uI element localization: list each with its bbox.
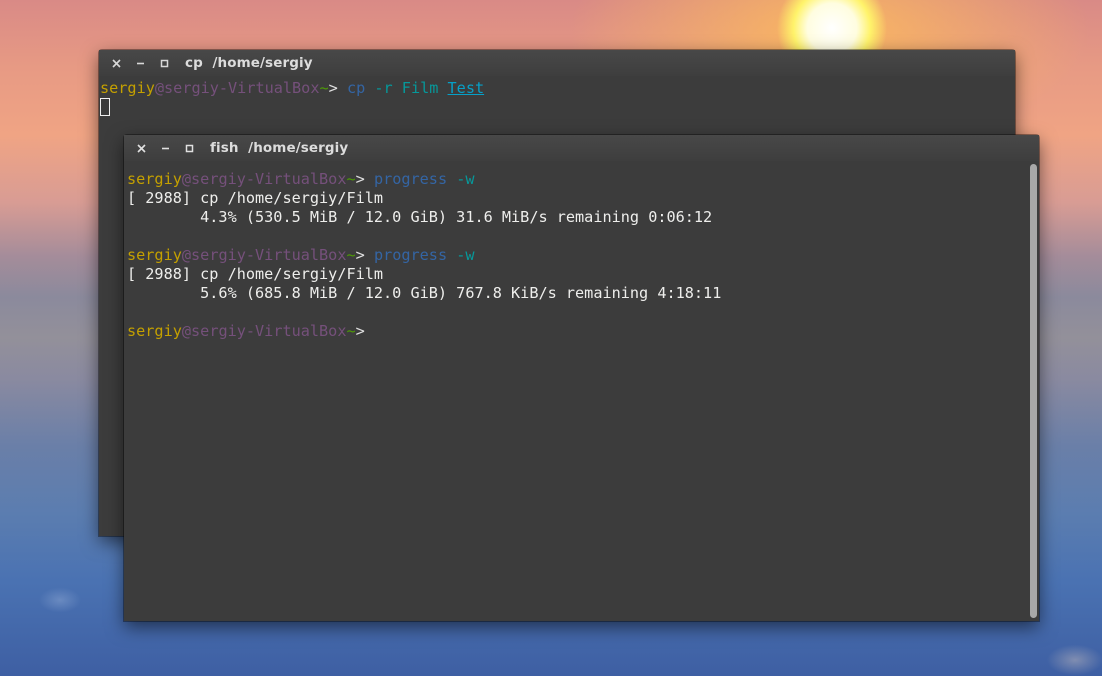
close-icon[interactable] — [109, 56, 123, 70]
window-title: fish /home/sergiy — [210, 140, 348, 156]
titlebar[interactable]: fish /home/sergiy — [124, 135, 1039, 161]
terminal-body[interactable]: sergiy@sergiy-VirtualBox~> cp -r Film Te… — [99, 76, 1015, 117]
progress-status-line: 5.6% (685.8 MiB / 12.0 GiB) 767.8 KiB/s … — [127, 284, 722, 302]
prompt-gt: > — [355, 322, 374, 340]
scrollbar[interactable] — [1030, 164, 1037, 618]
prompt-at: @ — [181, 170, 192, 188]
minimize-icon[interactable] — [133, 56, 147, 70]
command-arg-underlined: Test — [447, 79, 485, 97]
prompt-host: sergiy-VirtualBox — [164, 79, 320, 97]
close-icon[interactable] — [134, 141, 148, 155]
prompt-user: sergiy — [127, 322, 182, 340]
progress-process-line: [ 2988] cp /home/sergiy/Film — [127, 265, 384, 283]
prompt-at: @ — [181, 322, 192, 340]
title-command: fish — [210, 140, 239, 156]
prompt-host: sergiy-VirtualBox — [191, 322, 347, 340]
maximize-icon[interactable] — [182, 141, 196, 155]
prompt-gt: > — [355, 170, 374, 188]
prompt-line: sergiy@sergiy-VirtualBox~> progress -w — [127, 170, 1039, 189]
prompt-line: sergiy@sergiy-VirtualBox~> — [127, 322, 1039, 341]
prompt-host: sergiy-VirtualBox — [191, 170, 347, 188]
prompt-tilde: ~ — [346, 246, 356, 264]
prompt-tilde: ~ — [346, 322, 356, 340]
command-name: progress — [373, 246, 448, 264]
command-name: cp — [346, 79, 366, 97]
prompt-user: sergiy — [100, 79, 155, 97]
progress-process-line: [ 2988] cp /home/sergiy/Film — [127, 189, 384, 207]
terminal-body[interactable]: sergiy@sergiy-VirtualBox~> progress -w[ … — [124, 161, 1039, 341]
text-cursor — [100, 98, 110, 116]
progress-status-line: 4.3% (530.5 MiB / 12.0 GiB) 31.6 MiB/s r… — [127, 208, 713, 226]
command-name: progress — [373, 170, 448, 188]
prompt-at: @ — [181, 246, 192, 264]
prompt-tilde: ~ — [319, 79, 329, 97]
command-args: -r Film — [365, 79, 448, 97]
title-command: cp — [185, 55, 203, 71]
prompt-line: sergiy@sergiy-VirtualBox~> progress -w — [127, 246, 1039, 265]
prompt-line: sergiy@sergiy-VirtualBox~> cp -r Film Te… — [100, 79, 1015, 98]
prompt-host: sergiy-VirtualBox — [191, 246, 347, 264]
prompt-gt: > — [355, 246, 374, 264]
prompt-gt: > — [328, 79, 347, 97]
terminal-window-fish[interactable]: fish /home/sergiy sergiy@sergiy-VirtualB… — [124, 135, 1039, 621]
command-arg: -w — [447, 246, 475, 264]
prompt-user: sergiy — [127, 246, 182, 264]
window-title: cp /home/sergiy — [185, 55, 313, 71]
title-path: /home/sergiy — [212, 55, 313, 71]
prompt-tilde: ~ — [346, 170, 356, 188]
command-arg: -w — [447, 170, 475, 188]
prompt-at: @ — [154, 79, 165, 97]
minimize-icon[interactable] — [158, 141, 172, 155]
titlebar[interactable]: cp /home/sergiy — [99, 50, 1015, 76]
maximize-icon[interactable] — [157, 56, 171, 70]
cursor-line — [100, 98, 1015, 117]
prompt-user: sergiy — [127, 170, 182, 188]
title-path: /home/sergiy — [248, 140, 349, 156]
